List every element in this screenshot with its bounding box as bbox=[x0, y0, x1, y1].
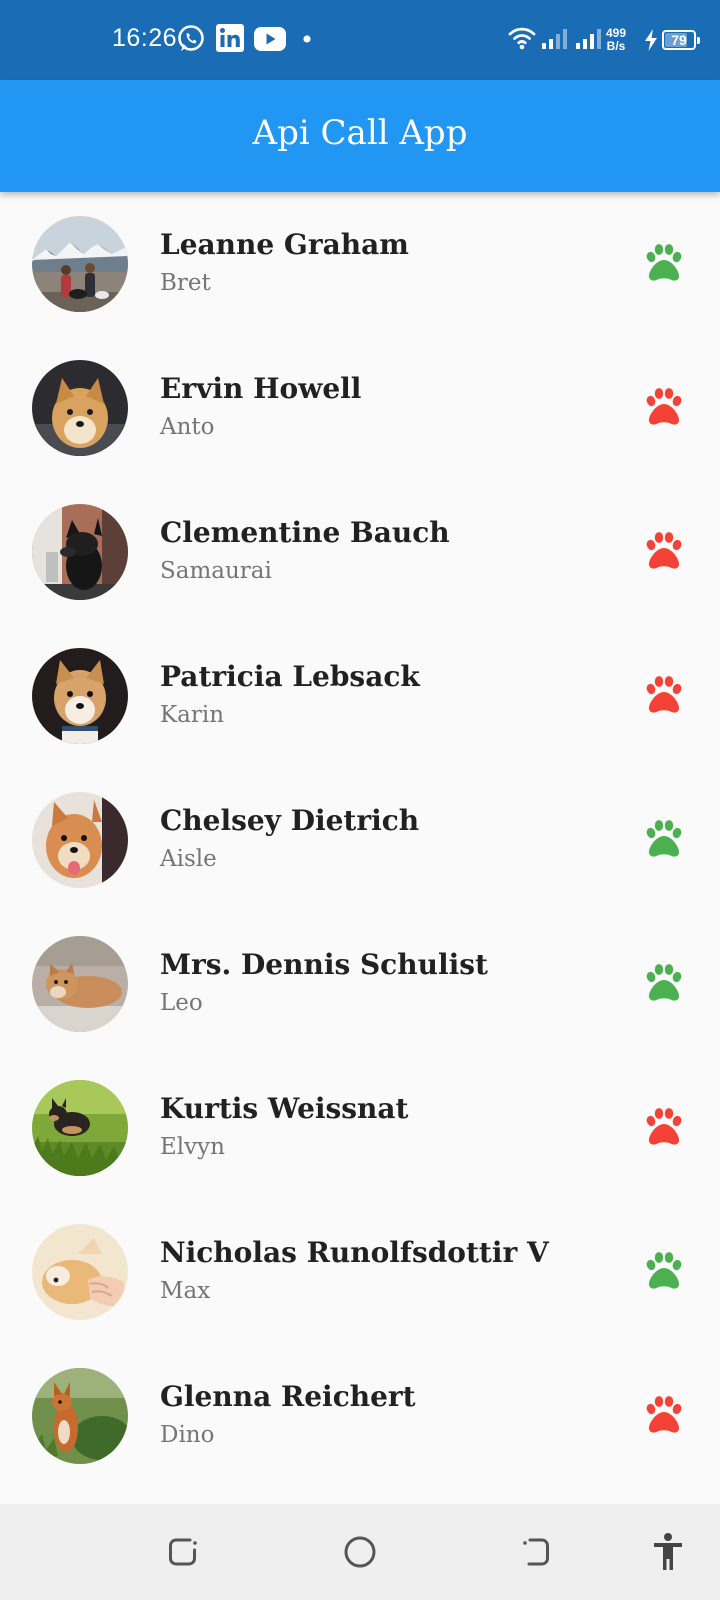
navigation-bar bbox=[0, 1504, 720, 1600]
list-item[interactable]: Glenna Reichert Dino bbox=[0, 1344, 720, 1488]
app-bar: Api Call App bbox=[0, 80, 720, 192]
paw-icon bbox=[642, 962, 686, 1006]
user-name: Kurtis Weissnat bbox=[160, 1092, 409, 1125]
avatar bbox=[32, 648, 128, 744]
list-item[interactable]: Nicholas Runolfsdottir V Max bbox=[0, 1200, 720, 1344]
list-item[interactable]: Clementine Bauch Samaurai bbox=[0, 480, 720, 624]
avatar bbox=[32, 1368, 128, 1464]
accessibility-icon bbox=[654, 1533, 682, 1570]
network-speed-unit: B/s bbox=[606, 39, 626, 53]
signal-icon bbox=[542, 29, 567, 49]
paw-icon bbox=[642, 242, 686, 286]
accessibility-button[interactable] bbox=[646, 1530, 690, 1574]
paw-icon bbox=[642, 674, 686, 718]
user-name: Leanne Graham bbox=[160, 228, 409, 261]
back-icon bbox=[523, 1538, 549, 1566]
home-button[interactable] bbox=[338, 1530, 382, 1574]
user-username: Anto bbox=[160, 414, 215, 440]
list-item[interactable]: Ervin Howell Anto bbox=[0, 336, 720, 480]
paw-icon bbox=[642, 1106, 686, 1150]
list-item[interactable]: Chelsey Dietrich Aisle bbox=[0, 768, 720, 912]
back-button[interactable] bbox=[514, 1530, 558, 1574]
paw-icon bbox=[642, 386, 686, 430]
signal-icon bbox=[576, 29, 601, 49]
linkedin-icon bbox=[216, 24, 244, 52]
status-time: 16:26 bbox=[112, 24, 178, 52]
user-list[interactable]: Leanne Graham Bret Ervin Howell Anto Cle… bbox=[0, 192, 720, 1504]
avatar bbox=[32, 936, 128, 1032]
network-speed: 499 B/s bbox=[606, 27, 626, 53]
battery-percentage: 79 bbox=[671, 32, 687, 48]
paw-icon bbox=[642, 1250, 686, 1294]
battery-icon: 79 bbox=[662, 30, 700, 50]
home-icon bbox=[344, 1536, 376, 1568]
user-name: Ervin Howell bbox=[160, 372, 362, 405]
list-item[interactable]: Patricia Lebsack Karin bbox=[0, 624, 720, 768]
paw-icon bbox=[642, 1394, 686, 1438]
app-title: Api Call App bbox=[252, 113, 468, 153]
user-username: Aisle bbox=[160, 846, 217, 872]
list-item[interactable]: Mrs. Dennis Schulist Leo bbox=[0, 912, 720, 1056]
avatar bbox=[32, 504, 128, 600]
user-username: Leo bbox=[160, 990, 203, 1016]
user-username: Dino bbox=[160, 1422, 215, 1448]
charging-icon bbox=[645, 29, 657, 51]
user-username: Elvyn bbox=[160, 1134, 225, 1160]
dot-icon bbox=[303, 35, 311, 43]
avatar bbox=[32, 1080, 128, 1176]
user-username: Samaurai bbox=[160, 558, 272, 584]
paw-icon bbox=[642, 818, 686, 862]
user-name: Glenna Reichert bbox=[160, 1380, 416, 1413]
whatsapp-icon bbox=[178, 25, 204, 51]
user-name: Nicholas Runolfsdottir V bbox=[160, 1236, 549, 1269]
avatar bbox=[32, 792, 128, 888]
user-name: Patricia Lebsack bbox=[160, 660, 420, 693]
battery-tip bbox=[697, 37, 700, 44]
recents-icon bbox=[169, 1538, 197, 1566]
user-name: Mrs. Dennis Schulist bbox=[160, 948, 488, 981]
user-name: Clementine Bauch bbox=[160, 516, 450, 549]
user-username: Bret bbox=[160, 270, 211, 296]
list-item[interactable]: Leanne Graham Bret bbox=[0, 192, 720, 336]
avatar bbox=[32, 1224, 128, 1320]
list-item[interactable]: Kurtis Weissnat Elvyn bbox=[0, 1056, 720, 1200]
status-bar: 16:26 499 B/s 79 bbox=[0, 0, 720, 80]
paw-icon bbox=[642, 530, 686, 574]
avatar bbox=[32, 360, 128, 456]
wifi-icon bbox=[508, 27, 536, 50]
avatar bbox=[32, 216, 128, 312]
user-username: Karin bbox=[160, 702, 225, 728]
user-username: Max bbox=[160, 1278, 211, 1304]
youtube-icon bbox=[254, 27, 286, 51]
user-name: Chelsey Dietrich bbox=[160, 804, 420, 837]
recents-button[interactable] bbox=[162, 1530, 206, 1574]
